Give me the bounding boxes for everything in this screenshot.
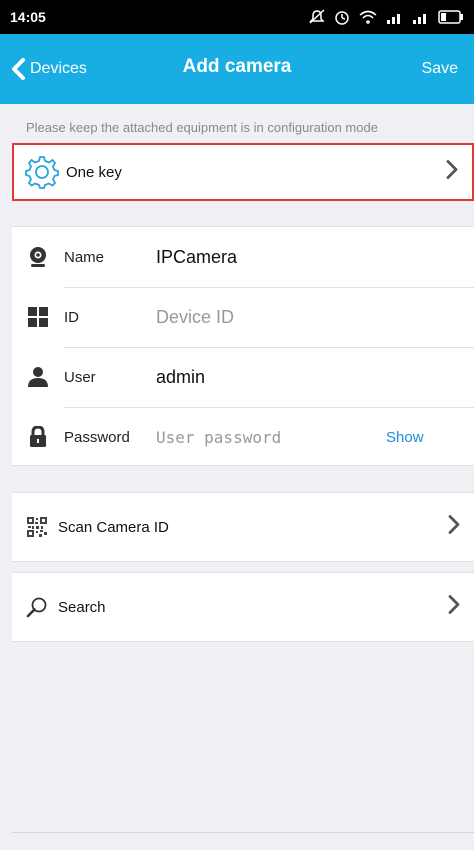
qr-code-icon: [26, 517, 48, 537]
one-key-row[interactable]: One key: [12, 143, 474, 201]
scan-camera-id-label: Scan Camera ID: [58, 518, 169, 536]
id-label: ID: [64, 308, 79, 326]
user-icon: [24, 366, 52, 388]
chevron-right-icon: [448, 595, 460, 620]
search-row[interactable]: Search: [12, 572, 474, 642]
gear-icon: [24, 154, 60, 190]
webcam-icon: [24, 246, 52, 268]
password-label: Password: [64, 428, 130, 446]
password-row[interactable]: Password User password Show: [12, 407, 474, 467]
config-hint: Please keep the attached equipment is in…: [26, 120, 378, 135]
status-bar: 14:05: [0, 0, 474, 34]
status-time: 14:05: [10, 9, 46, 25]
name-input[interactable]: IPCamera: [156, 247, 237, 268]
id-row[interactable]: ID Device ID: [12, 287, 474, 347]
user-row[interactable]: User admin: [12, 347, 474, 407]
user-input[interactable]: admin: [156, 367, 205, 388]
mute-icon: [308, 9, 326, 25]
password-input[interactable]: User password: [156, 428, 281, 447]
battery-icon: [438, 10, 464, 24]
grid-icon: [24, 306, 52, 328]
name-row[interactable]: Name IPCamera: [12, 227, 474, 287]
search-label: Search: [58, 598, 106, 616]
signal-icon-2: [412, 10, 430, 24]
chevron-right-icon: [446, 160, 458, 185]
chevron-left-icon: [12, 58, 25, 80]
back-button[interactable]: Devices: [10, 54, 87, 84]
wifi-icon: [358, 9, 378, 25]
camera-form: Name IPCamera ID Device ID User admin Pa…: [12, 226, 474, 466]
chevron-right-icon: [448, 515, 460, 540]
signal-icon: [386, 10, 404, 24]
name-label: Name: [64, 248, 105, 266]
id-input[interactable]: Device ID: [156, 307, 234, 328]
alarm-icon: [334, 9, 350, 25]
one-key-label: One key: [66, 163, 122, 181]
save-button[interactable]: Save: [422, 60, 458, 78]
scan-camera-id-row[interactable]: Scan Camera ID: [12, 492, 474, 562]
bottom-divider: [12, 832, 474, 833]
nav-bar: Devices Add camera Save: [0, 34, 474, 104]
lock-icon: [24, 426, 52, 448]
user-label: User: [64, 368, 96, 386]
back-label: Devices: [30, 60, 87, 77]
show-password-button[interactable]: Show: [386, 429, 424, 446]
search-icon: [26, 596, 48, 618]
